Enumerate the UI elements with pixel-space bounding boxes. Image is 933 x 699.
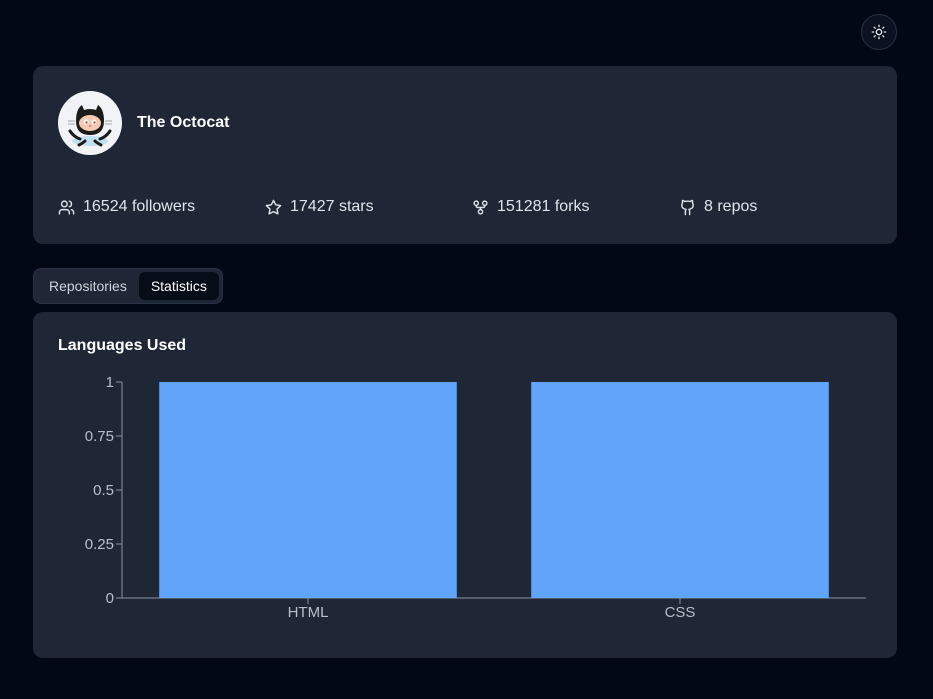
stat-stars: 17427 stars [265,198,472,216]
stat-stars-text: 17427 stars [290,198,374,215]
x-tick-label: CSS [665,604,696,621]
languages-chart-card: Languages Used 0 0.25 0.5 0.75 1 HTML CSS [33,312,897,658]
tab-statistics[interactable]: Statistics [138,272,219,300]
stat-forks: 151281 forks [472,198,679,216]
x-tick-label: HTML [288,604,329,621]
repo-icon [681,199,694,215]
tab-repositories[interactable]: Repositories [37,272,139,300]
stat-repos: 8 repos [679,198,886,216]
profile-card: The Octocat 16524 followers 17427 stars [33,66,897,244]
profile-name: The Octocat [137,114,230,131]
y-tick-label: 0.5 [93,482,114,499]
stat-followers-text: 16524 followers [83,198,196,215]
tab-list: Repositories Statistics [33,268,223,304]
stat-repos-text: 8 repos [704,198,758,215]
y-tick-label: 0 [106,590,114,607]
profile-stats: 16524 followers 17427 stars 151281 forks… [58,198,886,216]
y-tick-label: 0.25 [85,536,114,553]
theme-toggle-button[interactable] [861,14,897,50]
stat-followers: 16524 followers [58,198,265,216]
languages-bar-chart: 0 0.25 0.5 0.75 1 HTML CSS [85,374,866,621]
octocat-avatar [58,91,122,155]
fork-icon [473,199,488,215]
bar-css [531,382,829,598]
y-tick-label: 0.75 [85,428,114,445]
stat-forks-text: 151281 forks [497,198,590,215]
y-tick-label: 1 [106,374,114,391]
bar-html [159,382,457,598]
star-icon [265,199,282,215]
sun-icon [871,24,887,40]
users-icon [58,199,75,215]
